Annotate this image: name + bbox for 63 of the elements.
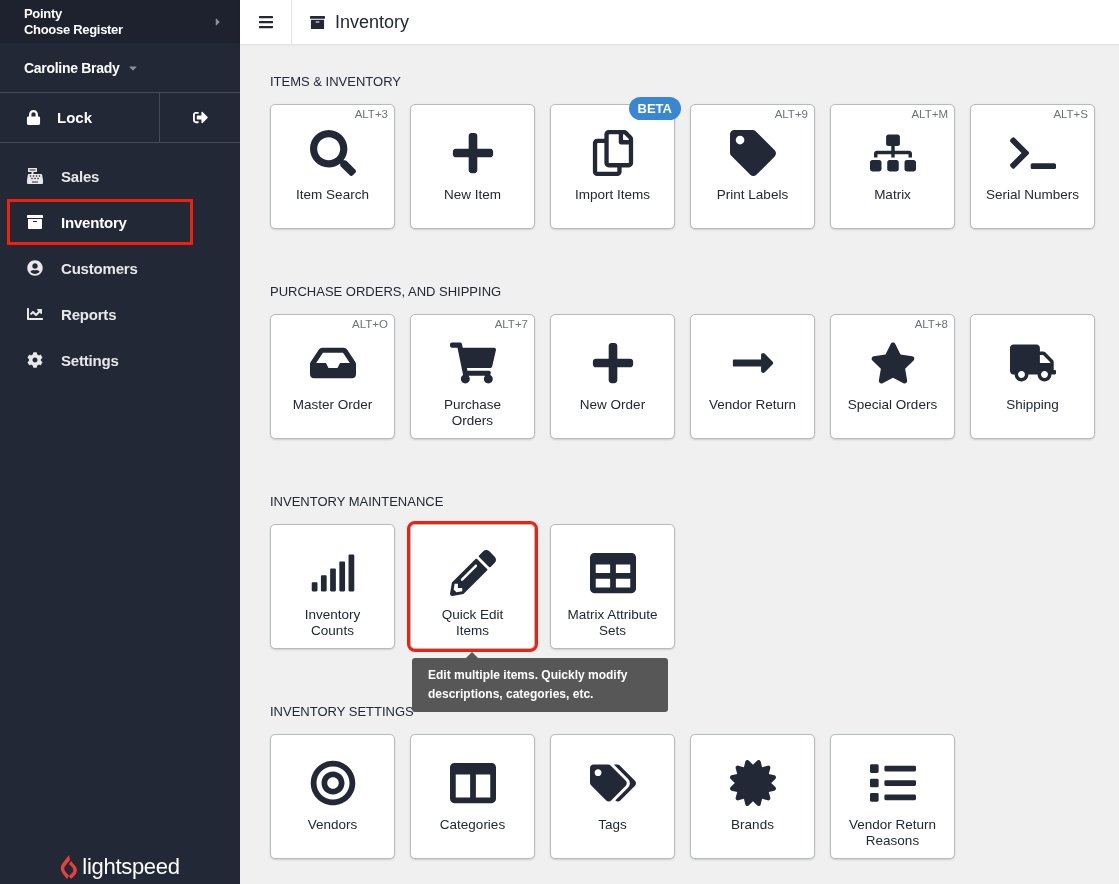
- tile-button[interactable]: Brands: [690, 734, 815, 859]
- shortcut-hint: ALT+M: [911, 108, 948, 120]
- tile-button[interactable]: Vendors: [270, 734, 395, 859]
- shortcut-hint: ALT+S: [1053, 108, 1088, 120]
- register-selector[interactable]: Pointy Choose Register: [0, 0, 240, 43]
- tile-button[interactable]: ALT+3 Item Search: [270, 104, 395, 229]
- lock-icon: [26, 110, 41, 125]
- star-icon: [869, 340, 916, 386]
- nav-item[interactable]: Customers: [7, 245, 193, 291]
- user-icon: [27, 260, 43, 276]
- chart-icon: [27, 306, 43, 322]
- logout-icon: [192, 110, 208, 125]
- tile-button[interactable]: ALT+M Matrix: [830, 104, 955, 229]
- section-heading: ITEMS & INVENTORY: [270, 74, 401, 89]
- search-icon: [309, 130, 356, 176]
- cart-icon: [449, 340, 496, 386]
- brand-name: lightspeed: [82, 854, 180, 880]
- target-icon: [309, 760, 356, 806]
- tile-button[interactable]: Categories: [410, 734, 535, 859]
- section-heading: INVENTORY MAINTENANCE: [270, 494, 444, 509]
- columns-icon: [449, 760, 496, 806]
- tile-button[interactable]: ALT+O Master Order: [270, 314, 395, 439]
- section-heading: INVENTORY SETTINGS: [270, 704, 414, 719]
- user-menu[interactable]: Caroline Brady: [0, 43, 240, 93]
- grid-icon: [589, 550, 636, 596]
- shortcut-hint: ALT+7: [494, 318, 528, 330]
- tooltip: Edit multiple items. Quickly modify descriptions, categories, etc.: [412, 658, 668, 712]
- register-icon: [27, 168, 43, 184]
- nav-item[interactable]: Reports: [7, 291, 193, 337]
- highlighted-tile-button[interactable]: Quick Edit Items: [410, 524, 535, 649]
- tile-button[interactable]: ALT+S Serial Numbers: [970, 104, 1095, 229]
- shortcut-hint: ALT+8: [914, 318, 948, 330]
- tile-button[interactable]: Tags: [550, 734, 675, 859]
- tile-button[interactable]: New Item: [410, 104, 535, 229]
- archive-icon: [310, 14, 325, 30]
- register-label: Choose Register: [24, 21, 123, 38]
- shortcut-hint: ALT+O: [352, 318, 388, 330]
- tile-button[interactable]: ALT+9 Print Labels: [690, 104, 815, 229]
- lock-button[interactable]: Lock: [0, 93, 160, 142]
- tile-button[interactable]: Vendor Return Reasons: [830, 734, 955, 859]
- tile-button[interactable]: New Order: [550, 314, 675, 439]
- tile-button[interactable]: Shipping: [970, 314, 1095, 439]
- tile-button[interactable]: ALT+7 Purchase Orders: [410, 314, 535, 439]
- shortcut-hint: ALT+9: [774, 108, 808, 120]
- shop-name: Pointy: [24, 5, 63, 22]
- flame-logo-icon: [60, 855, 79, 879]
- shortcut-hint: ALT+3: [354, 108, 388, 120]
- settings-icon: [27, 352, 43, 368]
- menu-icon: [257, 14, 274, 30]
- nav-item[interactable]: Settings: [7, 337, 193, 383]
- pencil-icon: [449, 550, 496, 596]
- seal-icon: [729, 760, 776, 806]
- tile-button[interactable]: Vendor Return: [690, 314, 815, 439]
- beta-badge: BETA: [628, 97, 681, 120]
- highlighted-nav-item[interactable]: Inventory: [7, 199, 193, 245]
- archive-icon: [27, 214, 43, 230]
- nav-item[interactable]: Sales: [7, 153, 193, 199]
- tile-button[interactable]: ALT+8 Special Orders: [830, 314, 955, 439]
- section-heading: PURCHASE ORDERS, AND SHIPPING: [270, 284, 502, 299]
- tile-button[interactable]: Matrix Attribute Sets: [550, 524, 675, 649]
- tag-icon: [729, 130, 776, 176]
- tile-button[interactable]: Inventory Counts: [270, 524, 395, 649]
- page-title: Inventory: [335, 11, 410, 33]
